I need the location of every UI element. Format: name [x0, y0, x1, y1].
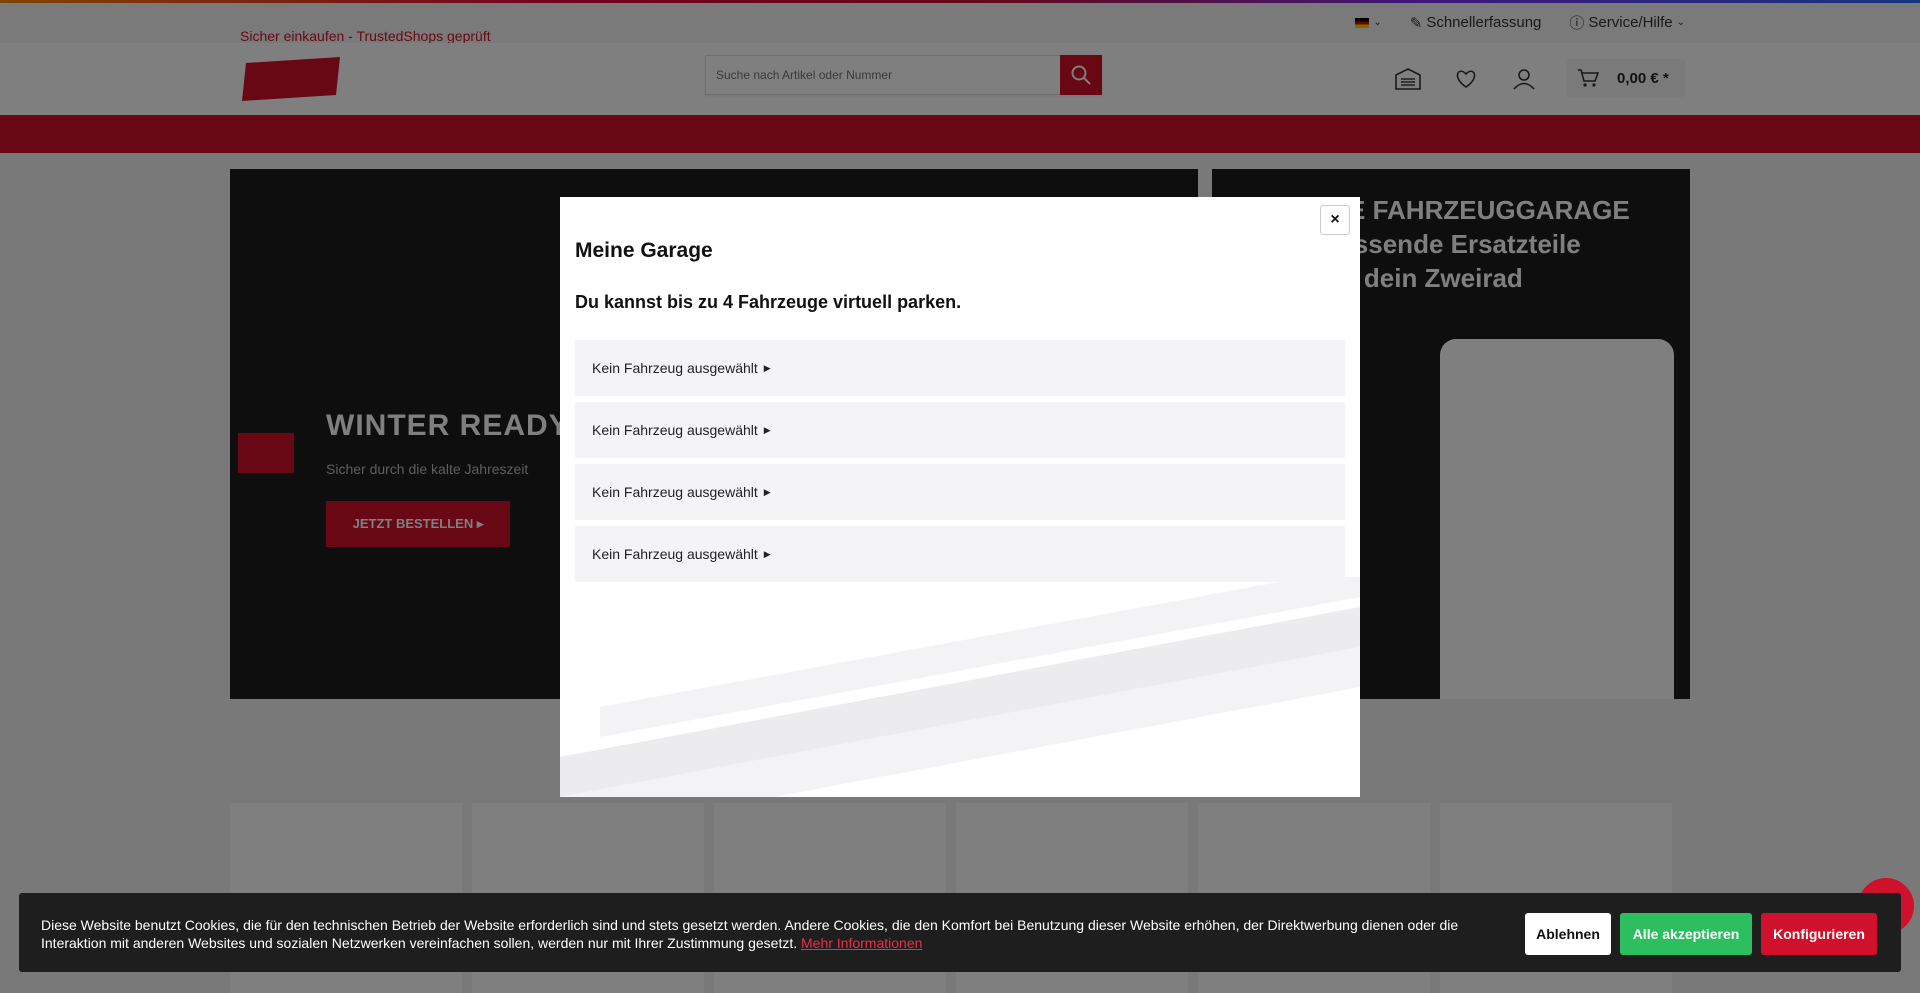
accept-all-button[interactable]: Alle akzeptieren: [1620, 913, 1752, 955]
modal-subtitle: Du kannst bis zu 4 Fahrzeuge virtuell pa…: [575, 292, 962, 312]
caret-right-icon: ▶: [763, 362, 771, 373]
garage-slot[interactable]: Kein Fahrzeug ausgewählt ▶: [575, 340, 1345, 396]
close-button[interactable]: ×: [1320, 205, 1350, 235]
garage-slot[interactable]: Kein Fahrzeug ausgewählt ▶: [575, 526, 1345, 582]
zs2-watermark-pattern: [560, 577, 1360, 797]
caret-right-icon: ▶: [763, 424, 771, 435]
cookie-banner: Diese Website benutzt Cookies, die für d…: [19, 893, 1901, 972]
modal-title: Meine Garage: [575, 239, 713, 262]
garage-slot[interactable]: Kein Fahrzeug ausgewählt ▶: [575, 402, 1345, 458]
configure-button[interactable]: Konfigurieren: [1761, 913, 1877, 955]
garage-modal: × Meine Garage Du kannst bis zu 4 Fahrze…: [560, 197, 1360, 797]
garage-slot[interactable]: Kein Fahrzeug ausgewählt ▶: [575, 464, 1345, 520]
caret-right-icon: ▶: [763, 486, 771, 497]
cookie-text: Diese Website benutzt Cookies, die für d…: [41, 917, 1459, 951]
caret-right-icon: ▶: [763, 548, 771, 559]
more-info-link[interactable]: Mehr Informationen: [801, 935, 922, 951]
decline-button[interactable]: Ablehnen: [1525, 913, 1611, 955]
garage-slot-list: Kein Fahrzeug ausgewählt ▶ Kein Fahrzeug…: [575, 340, 1345, 588]
